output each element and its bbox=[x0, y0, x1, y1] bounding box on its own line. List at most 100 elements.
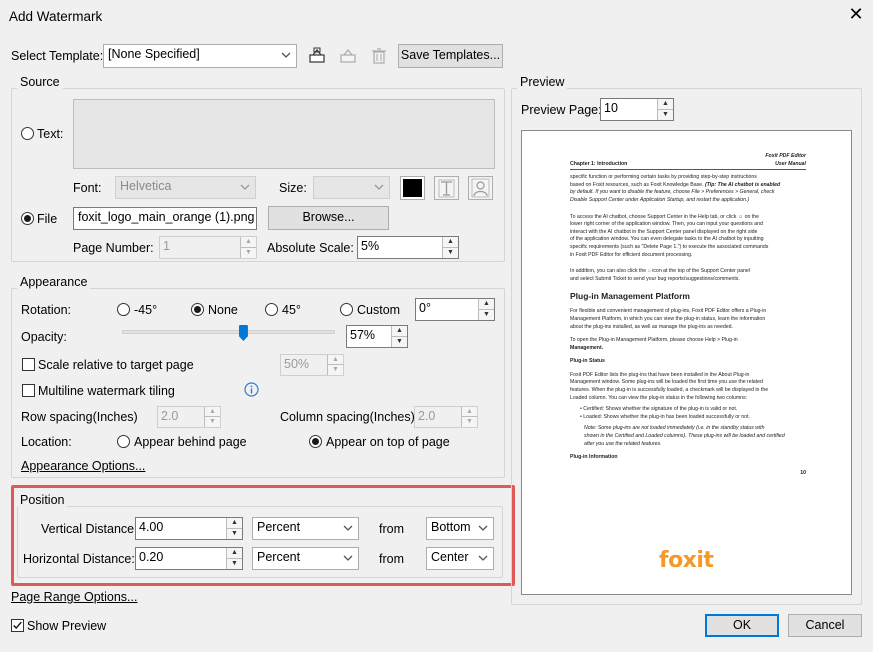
scale-relative-spinner: 50% ▲ ▼ bbox=[280, 354, 344, 376]
doc-header-subtitle: User Manual bbox=[775, 160, 806, 167]
doc-header-title: Foxit PDF Editor bbox=[765, 153, 806, 159]
page-number-value: 1 bbox=[163, 239, 170, 253]
rotation-custom-label: Custom bbox=[357, 303, 401, 317]
doc-note: Note: Some plug-ins are not loaded immed… bbox=[584, 425, 765, 432]
cancel-button[interactable]: Cancel bbox=[788, 614, 862, 637]
text-radio[interactable] bbox=[21, 127, 34, 140]
doc-line: based on Foxit resources, such as Foxit … bbox=[570, 181, 704, 188]
close-icon[interactable]: ✕ bbox=[848, 5, 864, 23]
vertical-from-select[interactable]: Bottom bbox=[426, 517, 494, 540]
preview-page-value: 10 bbox=[604, 101, 618, 115]
opacity-label: Opacity: bbox=[21, 330, 67, 344]
page-range-options-link[interactable]: Page Range Options... bbox=[11, 590, 137, 604]
chevron-down-icon bbox=[240, 184, 250, 190]
vertical-from-value: Bottom bbox=[431, 520, 471, 534]
template-select[interactable]: [None Specified] bbox=[103, 44, 297, 68]
horizontal-from-value: Center bbox=[431, 550, 469, 564]
rotation-custom-radio[interactable] bbox=[340, 303, 353, 316]
position-title: Position bbox=[17, 493, 68, 507]
vertical-unit-select[interactable]: Percent bbox=[252, 517, 359, 540]
scale-relative-label: Scale relative to target page bbox=[38, 358, 194, 372]
doc-subheading: Plug-in Information bbox=[570, 454, 618, 461]
appearance-options-link[interactable]: Appearance Options... bbox=[21, 459, 145, 473]
text-radio-label: Text: bbox=[37, 127, 64, 141]
dialog-title: Add Watermark bbox=[9, 9, 103, 24]
color-picker bbox=[400, 176, 425, 200]
load-template-icon[interactable] bbox=[306, 45, 328, 67]
vertical-unit-value: Percent bbox=[257, 520, 301, 534]
doc-line: and select Submit Ticket to send your bu… bbox=[570, 275, 740, 282]
doc-line: specific requirements (such as "Delete P… bbox=[570, 243, 769, 250]
doc-line: Loaded column. You can view the plug-in … bbox=[570, 394, 748, 401]
save-templates-button[interactable]: Save Templates... bbox=[398, 44, 503, 68]
font-select-value: Helvetica bbox=[120, 179, 172, 193]
horizontal-unit-select[interactable]: Percent bbox=[252, 547, 359, 570]
doc-heading: Plug-in Management Platform bbox=[570, 291, 690, 302]
show-preview-checkbox[interactable] bbox=[11, 619, 24, 632]
absolute-scale-label: Absolute Scale: bbox=[267, 241, 354, 255]
absolute-scale-value: 5% bbox=[361, 239, 380, 253]
rotation-45-radio[interactable] bbox=[265, 303, 278, 316]
doc-line: In addition, you can also click the bbox=[570, 268, 647, 275]
rotation-45-label: 45° bbox=[282, 303, 301, 317]
doc-line: lower right corner of the application wi… bbox=[570, 221, 763, 228]
appear-behind-radio[interactable] bbox=[117, 435, 130, 448]
doc-note: shown in the Certified and Loaded column… bbox=[584, 433, 785, 440]
row-spacing-spinner: 2.0 ▲ ▼ bbox=[157, 406, 221, 428]
absolute-scale-spinner[interactable]: 5% ▲ ▼ bbox=[357, 236, 459, 259]
opacity-slider-track[interactable] bbox=[122, 330, 335, 334]
ok-button[interactable]: OK bbox=[705, 614, 779, 637]
doc-subheading: Plug-in Status bbox=[570, 358, 605, 365]
doc-line: Disable Support Center under Application… bbox=[570, 196, 750, 203]
rotation-label: Rotation: bbox=[21, 303, 72, 317]
appear-behind-label: Appear behind page bbox=[134, 435, 247, 449]
edit-template-icon bbox=[340, 49, 356, 63]
rotation-none-radio[interactable] bbox=[191, 303, 204, 316]
multiline-tiling-checkbox[interactable] bbox=[22, 384, 35, 397]
doc-line: For flexible and convenient management o… bbox=[570, 308, 767, 315]
scale-relative-checkbox[interactable] bbox=[22, 358, 35, 371]
appear-on-top-label: Appear on top of page bbox=[326, 435, 450, 449]
horizontal-from-select[interactable]: Center bbox=[426, 547, 494, 570]
user-icon bbox=[468, 176, 493, 200]
vertical-from-label: from bbox=[379, 522, 404, 536]
vertical-distance-spinner[interactable]: 4.00 ▲ ▼ bbox=[135, 517, 243, 540]
doc-page-number: 10 bbox=[800, 469, 806, 476]
scale-relative-value: 50% bbox=[284, 357, 310, 371]
foxit-logo-watermark: foxit bbox=[659, 548, 714, 573]
doc-line: icon at the top of the Support Center pa… bbox=[652, 268, 750, 275]
appear-on-top-radio[interactable] bbox=[309, 435, 322, 448]
rotation-custom-spinner[interactable]: 0° ▲ ▼ bbox=[415, 298, 495, 321]
doc-line: in Foxit PDF Editor for efficient docume… bbox=[570, 251, 693, 258]
horizontal-from-label: from bbox=[379, 552, 404, 566]
doc-note: after you use the related features. bbox=[584, 440, 662, 447]
horizontal-unit-value: Percent bbox=[257, 550, 301, 564]
rotation-minus45-radio[interactable] bbox=[117, 303, 130, 316]
chevron-down-icon bbox=[478, 555, 488, 561]
doc-chapter: Chapter 1: Introduction bbox=[570, 160, 628, 167]
opacity-value: 57% bbox=[350, 328, 376, 342]
chevron-down-icon bbox=[343, 525, 353, 531]
file-radio[interactable] bbox=[21, 212, 34, 225]
vertical-distance-value: 4.00 bbox=[139, 520, 164, 534]
info-icon[interactable] bbox=[244, 382, 259, 397]
size-label: Size: bbox=[279, 181, 307, 195]
template-select-value: [None Specified] bbox=[108, 47, 200, 61]
source-title: Source bbox=[17, 75, 63, 89]
doc-line: features. When the plug-in is successful… bbox=[570, 387, 769, 394]
file-path-input[interactable]: foxit_logo_main_orange (1).png bbox=[73, 207, 257, 230]
column-spacing-value: 2.0 bbox=[418, 409, 436, 423]
rotation-custom-value: 0° bbox=[419, 301, 431, 315]
page-number-label: Page Number: bbox=[73, 241, 154, 255]
column-spacing-label: Column spacing(Inches) bbox=[280, 410, 415, 424]
browse-button[interactable]: Browse... bbox=[268, 206, 389, 230]
font-select: Helvetica bbox=[115, 176, 256, 199]
doc-line: of the application window. You can even … bbox=[570, 236, 764, 243]
row-spacing-label: Row spacing(Inches) bbox=[21, 410, 138, 424]
horizontal-distance-spinner[interactable]: 0.20 ▲ ▼ bbox=[135, 547, 243, 570]
size-select bbox=[313, 176, 390, 199]
preview-page-spinner[interactable]: 10 ▲ ▼ bbox=[600, 98, 674, 121]
file-radio-label: File bbox=[37, 212, 58, 226]
preview-page: Foxit PDF Editor Chapter 1: Introduction… bbox=[521, 130, 852, 595]
opacity-spinner[interactable]: 57% ▲ ▼ bbox=[346, 325, 408, 348]
